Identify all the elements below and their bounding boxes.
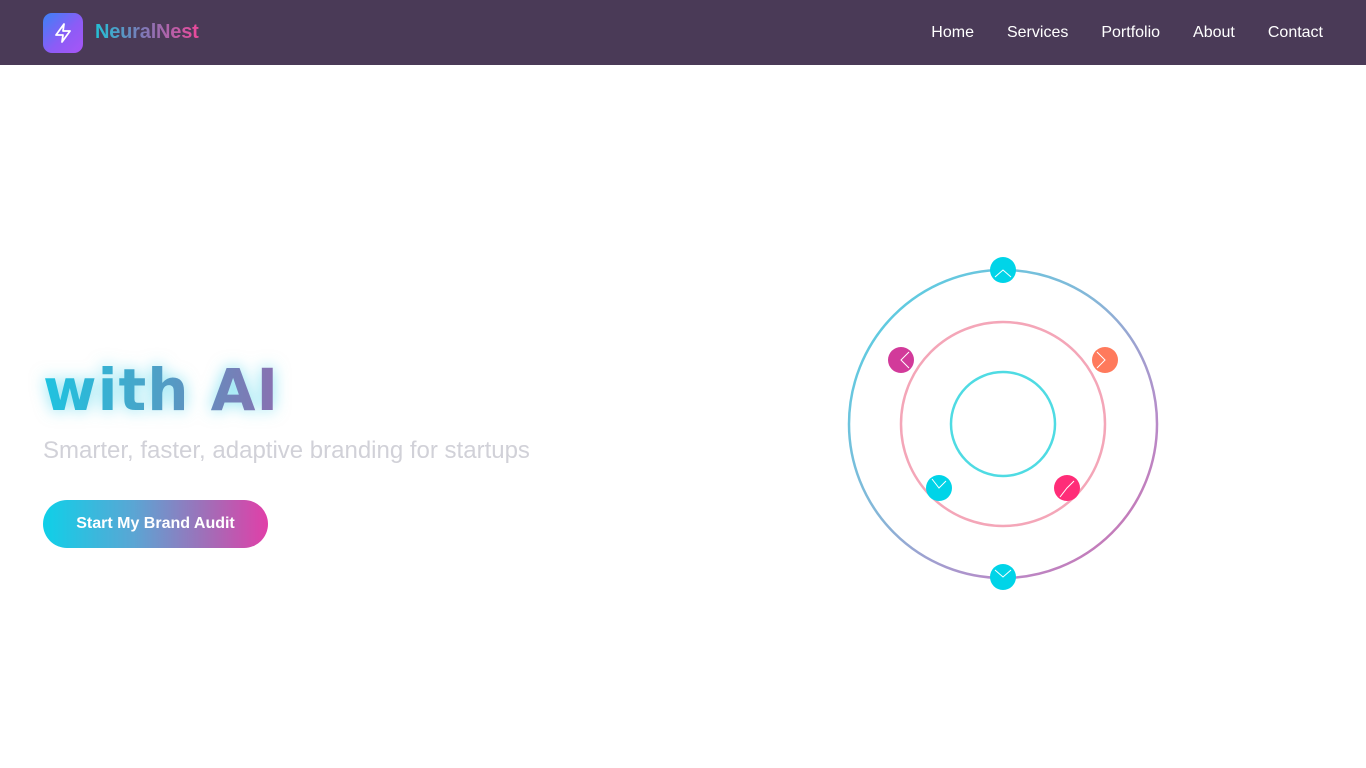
nav-link-contact[interactable]: Contact [1268, 24, 1323, 42]
lightning-bolt-icon [43, 12, 83, 53]
nav-link-portfolio[interactable]: Portfolio [1101, 24, 1160, 42]
orbit-illustration [840, 255, 1170, 595]
orbit-node-lower-right [1054, 475, 1080, 501]
orbit-node-bottom [990, 564, 1016, 590]
orbit-node-lower-left [926, 475, 952, 501]
brand-name: NeuralNest [95, 21, 199, 44]
nav-link-about[interactable]: About [1193, 24, 1235, 42]
brand-audit-button[interactable]: Start My Brand Audit [43, 500, 268, 548]
inner-ring [949, 370, 1057, 478]
hero-subtitle: Smarter, faster, adaptive branding for s… [43, 437, 530, 464]
hero-title: with AI [43, 352, 279, 428]
orbit-node-right [1092, 347, 1118, 373]
nav-link-services[interactable]: Services [1007, 24, 1068, 42]
nav-links: Home Services Portfolio About Contact [931, 24, 1323, 42]
brand-suffix: Nest [156, 21, 199, 43]
brand-prefix: Neural [95, 21, 157, 43]
nav-link-home[interactable]: Home [931, 24, 974, 42]
outer-ring [847, 268, 1159, 580]
brand[interactable]: NeuralNest [43, 12, 199, 53]
orbit-node-top [990, 257, 1016, 283]
top-navbar: NeuralNest Home Services Portfolio About… [0, 0, 1366, 65]
orbit-node-left [888, 347, 914, 373]
